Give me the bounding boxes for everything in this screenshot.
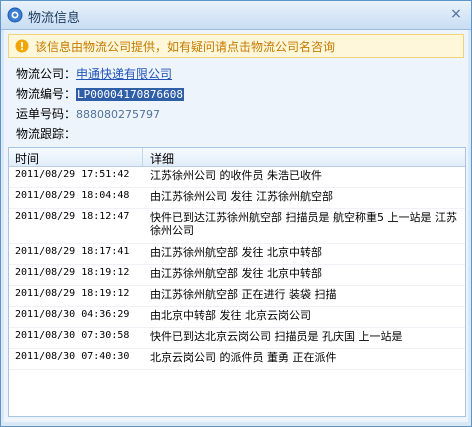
table-row[interactable]: 2011/08/29 18:17:41 由江苏徐州航空部 发往 北京中转部 xyxy=(9,244,465,265)
logistics-no-row: 物流编号：LP00004170876608 xyxy=(16,84,184,104)
row-detail: 由江苏徐州航空部 发往 北京中转部 xyxy=(150,246,322,259)
shipment-info: 物流公司：申通快递有限公司 物流编号：LP00004170876608 运单号码… xyxy=(16,64,184,144)
row-detail: 由江苏徐州航空部 正在进行 装袋 扫描 xyxy=(150,288,337,301)
column-divider[interactable] xyxy=(142,148,143,166)
company-row: 物流公司：申通快递有限公司 xyxy=(16,64,184,84)
column-header-detail[interactable]: 详细 xyxy=(150,150,174,167)
logistics-no-label: 物流编号： xyxy=(16,87,77,101)
table-row[interactable]: 2011/08/30 04:36:29 由北京中转部 发往 北京云岗公司 xyxy=(9,307,465,328)
waybill-row: 运单号码：888080275797 xyxy=(16,104,184,124)
table-row[interactable]: 2011/08/29 18:19:12 由江苏徐州航空部 发往 北京中转部 xyxy=(9,265,465,286)
dialog-content: 该信息由物流公司提供，如有疑问请点击物流公司名咨询 物流公司：申通快递有限公司 … xyxy=(4,30,468,422)
waybill-value: 888080275797 xyxy=(76,108,160,121)
column-header-time[interactable]: 时间 xyxy=(15,150,39,167)
row-time: 2011/08/29 18:19:12 xyxy=(15,267,130,278)
table-body: 2011/08/29 17:51:42 江苏徐州公司 的收件员 朱浩已收件 20… xyxy=(9,167,465,370)
window-title: 物流信息 xyxy=(28,11,81,26)
row-detail: 由江苏徐州航空部 发往 北京中转部 xyxy=(150,267,322,280)
row-time: 2011/08/30 07:30:58 xyxy=(15,330,130,341)
row-detail: 北京云岗公司 的派件员 董勇 正在派件 xyxy=(150,351,337,364)
tracking-table[interactable]: 时间 详细 2011/08/29 17:51:42 江苏徐州公司 的收件员 朱浩… xyxy=(8,147,466,417)
row-time: 2011/08/30 04:36:29 xyxy=(15,309,130,320)
notice-text: 该信息由物流公司提供，如有疑问请点击物流公司名咨询 xyxy=(35,40,336,54)
close-button[interactable]: × xyxy=(449,7,463,21)
warning-icon xyxy=(15,39,29,53)
company-label: 物流公司： xyxy=(16,67,77,81)
logistics-no-value[interactable]: LP00004170876608 xyxy=(76,88,184,101)
logistics-dialog: 物流信息 × 该信息由物流公司提供，如有疑问请点击物流公司名咨询 物流公司：申通… xyxy=(0,0,472,427)
table-row[interactable]: 2011/08/29 17:51:42 江苏徐州公司 的收件员 朱浩已收件 xyxy=(9,167,465,188)
notice-banner: 该信息由物流公司提供，如有疑问请点击物流公司名咨询 xyxy=(8,34,464,58)
table-row[interactable]: 2011/08/29 18:19:12 由江苏徐州航空部 正在进行 装袋 扫描 xyxy=(9,286,465,307)
app-logo-icon xyxy=(7,7,23,23)
waybill-label: 运单号码： xyxy=(16,107,77,121)
row-time: 2011/08/29 18:17:41 xyxy=(15,246,130,257)
company-link[interactable]: 申通快递有限公司 xyxy=(76,67,172,81)
tracking-row: 物流跟踪： xyxy=(16,124,184,144)
row-detail: 快件已到达北京云岗公司 扫描员是 孔庆国 上一站是 xyxy=(150,330,403,343)
row-detail: 快件已到达江苏徐州航空部 扫描员是 航空称重5 上一站是 江苏徐州公司 xyxy=(150,211,457,237)
tracking-label: 物流跟踪： xyxy=(16,127,77,141)
table-header: 时间 详细 xyxy=(9,148,465,167)
row-detail: 由北京中转部 发往 北京云岗公司 xyxy=(150,309,311,322)
row-detail: 江苏徐州公司 的收件员 朱浩已收件 xyxy=(150,169,322,182)
row-time: 2011/08/29 18:19:12 xyxy=(15,288,130,299)
title-bar[interactable]: 物流信息 × xyxy=(1,1,471,30)
row-time: 2011/08/29 17:51:42 xyxy=(15,169,130,180)
row-time: 2011/08/29 18:04:48 xyxy=(15,190,130,201)
table-row[interactable]: 2011/08/29 18:12:47 快件已到达江苏徐州航空部 扫描员是 航空… xyxy=(9,209,465,244)
table-row[interactable]: 2011/08/29 18:04:48 由江苏徐州公司 发往 江苏徐州航空部 xyxy=(9,188,465,209)
row-time: 2011/08/30 07:40:30 xyxy=(15,351,130,362)
table-row[interactable]: 2011/08/30 07:40:30 北京云岗公司 的派件员 董勇 正在派件 xyxy=(9,349,465,370)
table-row[interactable]: 2011/08/30 07:30:58 快件已到达北京云岗公司 扫描员是 孔庆国… xyxy=(9,328,465,349)
row-detail: 由江苏徐州公司 发往 江苏徐州航空部 xyxy=(150,190,333,203)
row-time: 2011/08/29 18:12:47 xyxy=(15,211,130,222)
